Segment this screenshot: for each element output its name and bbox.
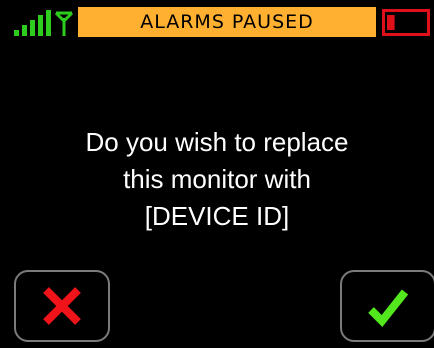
green-check-icon [368,289,409,328]
red-x-icon [43,287,81,325]
message-line-2: this monitor with [123,164,311,194]
confirm-button[interactable] [340,270,434,342]
message-line-1: Do you wish to replace [85,127,349,157]
antenna-icon [54,11,74,36]
signal-strength-icon [14,10,74,36]
banner-text: ALARMS PAUSED [140,11,314,33]
battery-low-icon [382,9,430,36]
device-screen: ALARMS PAUSED Do you wish to replace thi… [0,0,434,348]
cancel-button[interactable] [14,270,110,342]
message-line-3: [DEVICE ID] [144,201,290,231]
alarms-paused-banner: ALARMS PAUSED [78,7,376,37]
dialog-message: Do you wish to replace this monitor with… [0,124,434,235]
